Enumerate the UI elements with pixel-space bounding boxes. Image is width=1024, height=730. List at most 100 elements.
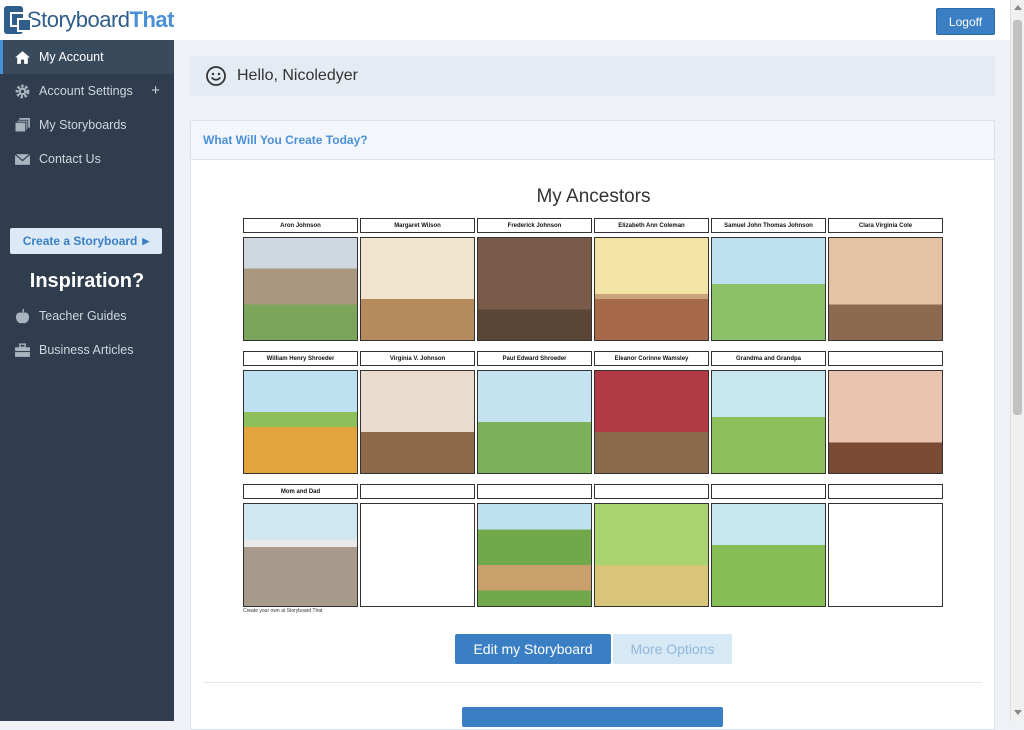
cell-title: William Henry Shroeder [243, 351, 358, 366]
storyboard-cell: Virginia V. Johnson [360, 351, 475, 474]
storyboard-cell: Margaret Wilson [360, 218, 475, 341]
cell-title: Samuel John Thomas Johnson [711, 218, 826, 233]
storyboard-cell [828, 484, 943, 607]
cell-scene-image [711, 503, 826, 607]
greeting-bar: Hello, Nicoledyer [190, 56, 995, 96]
briefcase-icon [15, 342, 30, 357]
storyboard-cell [360, 484, 475, 607]
apple-icon [15, 308, 30, 323]
storyboards-icon [14, 117, 30, 132]
sidebar-item-teacher-guides[interactable]: Teacher Guides [0, 299, 174, 333]
edit-storyboard-button[interactable]: Edit my Storyboard [455, 634, 611, 664]
cell-title: Paul Edward Shroeder [477, 351, 592, 366]
scrollbar[interactable] [1010, 0, 1024, 721]
storyboard-cell: Eleanor Corinne Wamsley [594, 351, 709, 474]
expand-plus-icon[interactable]: + [151, 82, 160, 99]
scroll-up-arrow-icon[interactable] [1014, 5, 1022, 10]
cell-title [594, 484, 709, 499]
cell-title [360, 484, 475, 499]
cell-scene-image [477, 237, 592, 341]
cell-scene-image [828, 370, 943, 474]
cell-scene-image [243, 503, 358, 607]
sidebar-item-label: Account Settings [39, 84, 133, 98]
sidebar-item-label: My Storyboards [39, 118, 127, 132]
cell-scene-image [243, 237, 358, 341]
storyboard-cell: Samuel John Thomas Johnson [711, 218, 826, 341]
greeting-text: Hello, Nicoledyer [237, 67, 358, 84]
cell-title [477, 484, 592, 499]
chevron-right-icon: ▶ [142, 235, 150, 246]
more-options-button[interactable]: More Options [613, 634, 732, 664]
cell-scene-image [360, 237, 475, 341]
storyboard-title: My Ancestors [536, 186, 651, 207]
scroll-down-arrow-icon[interactable] [1014, 710, 1022, 715]
sidebar-item-contact-us[interactable]: Contact Us [0, 142, 174, 176]
logo-text: StoryboardThat [26, 7, 175, 33]
storyboard-cell: Elizabeth Ann Coleman [594, 218, 709, 341]
sidebar-item-label: Teacher Guides [39, 309, 127, 323]
storyboard-cell [477, 484, 592, 607]
storyboard-cell: Frederick Johnson [477, 218, 592, 341]
cell-scene-image [594, 237, 709, 341]
storyboard-cell: Mom and Dad [243, 484, 358, 607]
storyboard-credit: Create your own at Storyboard That [243, 608, 323, 614]
cell-scene-image [243, 370, 358, 474]
storyboard-cell [711, 484, 826, 607]
logo-text-part1: Storyboard [26, 7, 130, 32]
cell-scene-image [360, 503, 475, 607]
storyboard-cell [594, 484, 709, 607]
storyboard-cell: Aron Johnson [243, 218, 358, 341]
create-panel: What Will You Create Today? My Ancestors… [190, 120, 995, 730]
create-storyboard-label: Create a Storyboard [22, 234, 138, 248]
cell-title: Frederick Johnson [477, 218, 592, 233]
cell-title: Margaret Wilson [360, 218, 475, 233]
divider [203, 682, 982, 683]
storyboard-cell: Grandma and Grandpa [711, 351, 826, 474]
panel-heading: What Will You Create Today? [191, 121, 994, 160]
cell-scene-image [360, 370, 475, 474]
cell-title [828, 484, 943, 499]
envelope-icon [14, 153, 31, 165]
storyboard-cell: Clara Virginia Cole [828, 218, 943, 341]
cell-title [711, 484, 826, 499]
scroll-thumb[interactable] [1013, 20, 1022, 415]
gear-icon [15, 84, 30, 98]
home-icon [15, 50, 30, 64]
cell-scene-image [711, 370, 826, 474]
top-bar [174, 0, 1010, 40]
sidebar-item-my-account[interactable]: My Account [0, 40, 174, 74]
sidebar-item-label: Contact Us [39, 152, 101, 166]
logo-text-part2: That [129, 7, 175, 32]
sidebar-item-label: Business Articles [39, 343, 134, 357]
logo-icon [4, 6, 32, 34]
storyboard-cell [828, 351, 943, 474]
logo[interactable]: StoryboardThat [0, 0, 175, 40]
cell-scene-image [828, 237, 943, 341]
sidebar-item-my-storyboards[interactable]: My Storyboards [0, 108, 174, 142]
bottom-action-button[interactable] [462, 707, 723, 727]
cell-title: Mom and Dad [243, 484, 358, 499]
smiley-icon [206, 66, 226, 86]
inspiration-heading: Inspiration? [29, 270, 145, 292]
sidebar-item-business-articles[interactable]: Business Articles [0, 333, 174, 367]
logoff-button[interactable]: Logoff [936, 8, 995, 35]
cell-scene-image [477, 370, 592, 474]
cell-scene-image [477, 503, 592, 607]
cell-title: Aron Johnson [243, 218, 358, 233]
cell-scene-image [828, 503, 943, 607]
storyboard-cell: William Henry Shroeder [243, 351, 358, 474]
cell-title: Elizabeth Ann Coleman [594, 218, 709, 233]
cell-title: Virginia V. Johnson [360, 351, 475, 366]
cell-title: Grandma and Grandpa [711, 351, 826, 366]
storyboard-cell: Paul Edward Shroeder [477, 351, 592, 474]
sidebar-item-label: My Account [39, 50, 104, 64]
cell-title: Eleanor Corinne Wamsley [594, 351, 709, 366]
create-storyboard-button[interactable]: Create a Storyboard ▶ [10, 228, 162, 254]
cell-scene-image [594, 503, 709, 607]
cell-title: Clara Virginia Cole [828, 218, 943, 233]
sidebar-item-account-settings[interactable]: Account Settings + [0, 74, 174, 108]
cell-title [828, 351, 943, 366]
sidebar: StoryboardThat My Account Account Settin… [0, 0, 175, 721]
cell-scene-image [711, 237, 826, 341]
cell-scene-image [594, 370, 709, 474]
